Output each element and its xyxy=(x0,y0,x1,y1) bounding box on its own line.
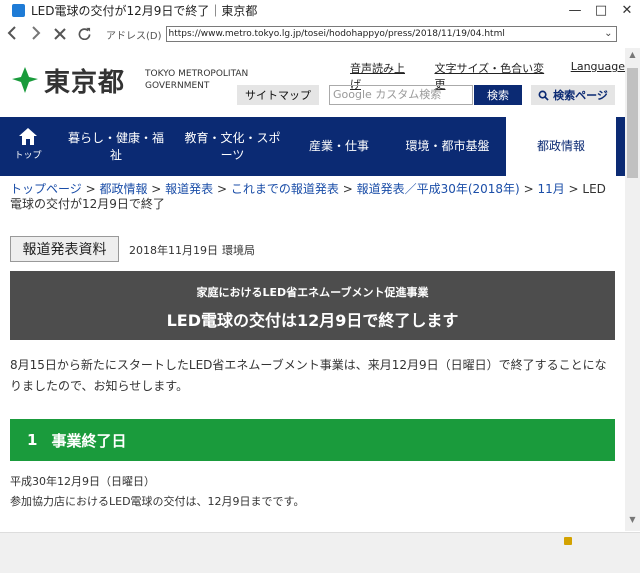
section-number: 1 xyxy=(27,431,38,449)
nav-item-living[interactable]: 暮らし・健康・福祉 xyxy=(56,117,176,176)
vertical-scrollbar[interactable]: ▲ ▼ xyxy=(625,48,640,531)
address-label: アドレス(D) xyxy=(106,30,162,42)
nav-item-industry[interactable]: 産業・仕事 xyxy=(289,117,389,176)
breadcrumb-link[interactable]: 報道発表／平成30年(2018年) xyxy=(357,182,520,196)
breadcrumb-sep: > xyxy=(519,182,538,196)
url-text: https://www.metro.tokyo.lg.jp/tosei/hodo… xyxy=(168,29,505,39)
close-button[interactable]: ✕ xyxy=(614,3,640,18)
breadcrumb-sep: > xyxy=(213,182,231,196)
lock-icon xyxy=(564,537,572,545)
scrollbar-thumb[interactable] xyxy=(627,68,638,178)
browser-navbar: アドレス(D) https://www.metro.tokyo.lg.jp/to… xyxy=(0,21,640,47)
refresh-icon[interactable] xyxy=(72,25,96,44)
press-date: 2018年11月19日 xyxy=(129,244,218,257)
headline-box: 家庭におけるLED省エネムーブメント促進事業 LED電球の交付は12月9日で終了… xyxy=(10,271,615,340)
browser-icon xyxy=(12,3,25,17)
search-page-button[interactable]: 検索ページ xyxy=(531,85,615,105)
window-titlebar: LED電球の交付が12月9日で終了｜東京都 — □ ✕ xyxy=(0,0,640,20)
breadcrumb-sep: > xyxy=(564,182,583,196)
search-input[interactable]: Google カスタム検索 xyxy=(329,85,473,105)
logo-english: TOKYO METROPOLITAN GOVERNMENT xyxy=(145,68,248,92)
logo-en-line1: TOKYO METROPOLITAN xyxy=(145,69,249,79)
breadcrumb-link[interactable]: これまでの報道発表 xyxy=(231,182,339,196)
home-icon xyxy=(19,128,37,145)
press-department: 環境局 xyxy=(222,244,255,257)
section-line: 参加協力店におけるLED電球の交付は、12月9日までです。 xyxy=(10,495,305,508)
global-nav: トップ 暮らし・健康・福祉 教育・文化・スポーツ 産業・仕事 環境・都市基盤 都… xyxy=(0,117,625,176)
breadcrumb-link[interactable]: 報道発表 xyxy=(165,182,213,196)
minimize-button[interactable]: — xyxy=(562,3,588,18)
scroll-down-icon[interactable]: ▼ xyxy=(625,515,640,529)
section-body: 平成30年12月9日（日曜日） 参加協力店におけるLED電球の交付は、12月9日… xyxy=(10,472,304,512)
chevron-down-icon[interactable]: ⌄ xyxy=(604,28,612,39)
breadcrumb-sep: > xyxy=(81,182,100,196)
breadcrumb-sep: > xyxy=(338,182,357,196)
address-field[interactable]: https://www.metro.tokyo.lg.jp/tosei/hodo… xyxy=(165,26,617,42)
search-button[interactable]: 検索 xyxy=(474,85,522,105)
press-release-label: 報道発表資料 xyxy=(10,236,119,262)
nav-home[interactable]: トップ xyxy=(0,117,56,176)
breadcrumb-link[interactable]: 都政情報 xyxy=(99,182,147,196)
section-title: 事業終了日 xyxy=(51,431,127,450)
headline-subtitle: 家庭におけるLED省エネムーブメント促進事業 xyxy=(196,286,429,299)
stop-icon[interactable] xyxy=(48,25,72,44)
maximize-button[interactable]: □ xyxy=(588,3,614,18)
status-bar xyxy=(0,532,640,573)
nav-item-environment[interactable]: 環境・都市基盤 xyxy=(389,117,506,176)
logo-en-line2: GOVERNMENT xyxy=(145,81,210,91)
breadcrumb-link[interactable]: トップページ xyxy=(10,182,82,196)
breadcrumb: トップページ > 都政情報 > 報道発表 > これまでの報道発表 > 報道発表／… xyxy=(10,182,615,212)
intro-paragraph: 8月15日から新たにスタートしたLED省エネムーブメント事業は、来月12月9日（… xyxy=(10,358,607,393)
back-arrow-icon[interactable] xyxy=(0,25,24,44)
page-title: LED電球の交付は12月9日で終了します xyxy=(166,311,459,330)
breadcrumb-link[interactable]: 11月 xyxy=(537,182,564,196)
logo-text[interactable]: 東京都 xyxy=(44,62,125,99)
nav-item-government[interactable]: 都政情報 xyxy=(506,117,616,176)
page-viewport: 東京都 TOKYO METROPOLITAN GOVERNMENT 音声読み上げ… xyxy=(0,48,625,531)
tokyo-logo-icon[interactable] xyxy=(10,65,40,95)
nav-home-label: トップ xyxy=(14,151,42,161)
forward-arrow-icon[interactable] xyxy=(24,25,48,44)
section-line: 平成30年12月9日（日曜日） xyxy=(10,475,155,488)
section-heading: 1 事業終了日 xyxy=(10,419,615,461)
breadcrumb-sep: > xyxy=(147,182,166,196)
window-title: LED電球の交付が12月9日で終了｜東京都 xyxy=(31,3,258,18)
sitemap-button[interactable]: サイトマップ xyxy=(237,85,319,105)
search-icon xyxy=(538,90,549,101)
search-page-label: 検索ページ xyxy=(553,89,608,102)
nav-item-education[interactable]: 教育・文化・スポーツ xyxy=(176,117,289,176)
scroll-up-icon[interactable]: ▲ xyxy=(625,50,640,64)
